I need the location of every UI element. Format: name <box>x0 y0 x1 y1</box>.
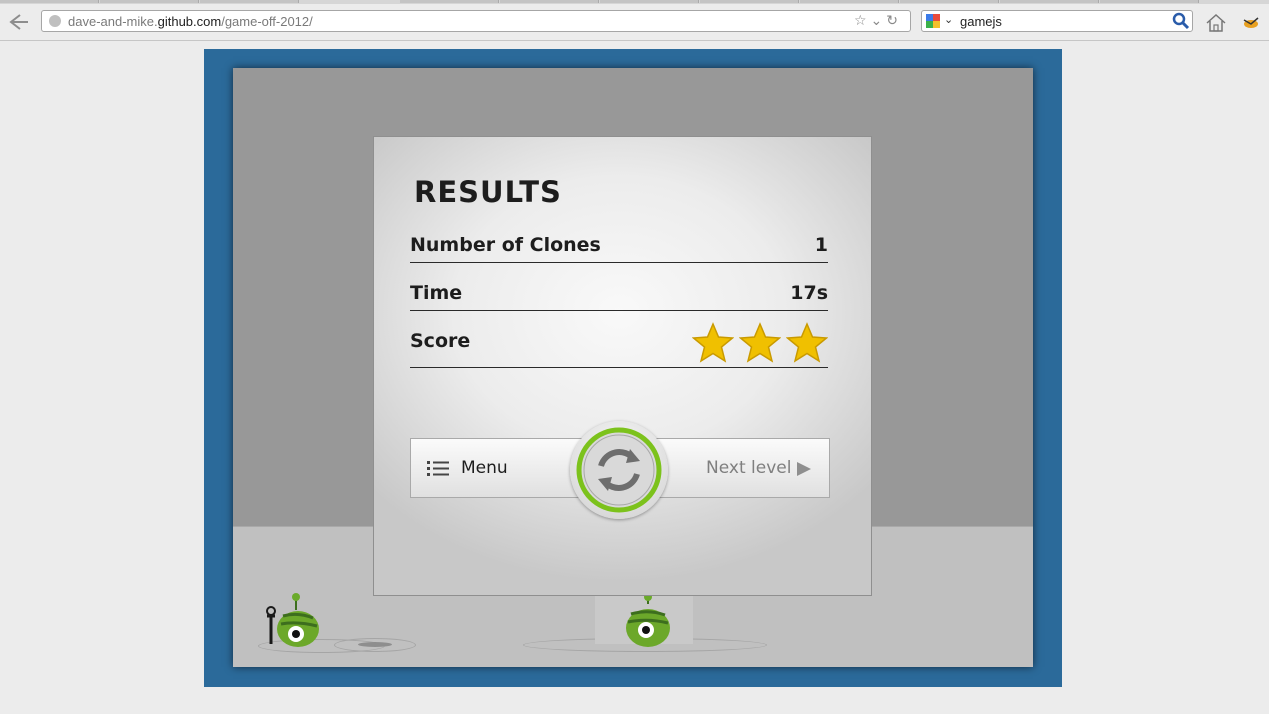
list-icon <box>427 461 449 476</box>
next-level-label: Next level <box>706 458 792 478</box>
site-identity-icon[interactable] <box>49 15 61 27</box>
search-engine-icon[interactable] <box>926 14 940 28</box>
clones-label: Number of Clones <box>410 234 601 256</box>
dropdown-icon[interactable]: ⌄ <box>871 13 887 29</box>
back-button[interactable] <box>6 11 32 33</box>
url-bar[interactable]: dave-and-mike.github.com/game-off-2012/ … <box>41 10 911 32</box>
browser-tab[interactable] <box>100 0 199 3</box>
home-icon <box>1206 13 1226 32</box>
browser-tab[interactable] <box>400 0 499 3</box>
score-stars <box>691 322 829 364</box>
clones-row: Number of Clones 1 <box>410 227 828 263</box>
alien-clone-sprite <box>266 593 319 647</box>
star-icon <box>738 322 782 363</box>
clones-value: 1 <box>814 234 828 256</box>
star-icon <box>785 322 829 363</box>
browser-tab[interactable] <box>200 0 299 3</box>
game-canvas[interactable]: RESULTS Number of Clones 1 Time 17s Scor… <box>233 68 1033 667</box>
results-panel: RESULTS Number of Clones 1 Time 17s Scor… <box>373 136 872 596</box>
score-row: Score <box>410 322 829 368</box>
url-text: dave-and-mike.github.com/game-off-2012/ <box>68 14 313 29</box>
chevron-down-icon[interactable]: ⌄ <box>944 13 953 26</box>
browser-tab[interactable] <box>700 0 799 3</box>
bookmark-star-icon[interactable]: ☆ <box>854 13 871 29</box>
floor-hole <box>358 642 392 647</box>
restart-icon <box>576 427 662 513</box>
time-value: 17s <box>790 282 828 304</box>
score-label: Score <box>410 330 471 352</box>
addon-button[interactable] <box>1240 12 1264 34</box>
browser-tab[interactable] <box>0 0 99 3</box>
results-title: RESULTS <box>414 175 562 209</box>
alien-sprite <box>626 593 670 647</box>
browser-tab[interactable] <box>1000 0 1099 3</box>
search-bar[interactable]: ⌄ gamejs <box>921 10 1193 32</box>
reload-icon[interactable]: ↻ <box>886 13 902 29</box>
browser-toolbar: dave-and-mike.github.com/game-off-2012/ … <box>0 4 1269 41</box>
browser-tab[interactable] <box>900 0 999 3</box>
browser-tab[interactable] <box>600 0 699 3</box>
home-button[interactable] <box>1204 12 1228 34</box>
menu-label: Menu <box>461 458 508 478</box>
game-frame: RESULTS Number of Clones 1 Time 17s Scor… <box>204 49 1062 687</box>
time-row: Time 17s <box>410 275 828 311</box>
next-level-button[interactable]: Next level <box>655 438 830 498</box>
browser-tab[interactable] <box>500 0 599 3</box>
search-input[interactable]: gamejs <box>960 14 1002 29</box>
magnifier-icon[interactable] <box>1172 12 1190 30</box>
time-label: Time <box>410 282 463 304</box>
browser-tab[interactable] <box>800 0 899 3</box>
back-arrow-icon <box>9 14 28 30</box>
browser-tab[interactable] <box>1100 0 1199 3</box>
addon-icon <box>1243 17 1259 28</box>
restart-button[interactable] <box>570 421 668 519</box>
star-icon <box>691 322 735 363</box>
play-arrow-icon <box>797 462 811 476</box>
